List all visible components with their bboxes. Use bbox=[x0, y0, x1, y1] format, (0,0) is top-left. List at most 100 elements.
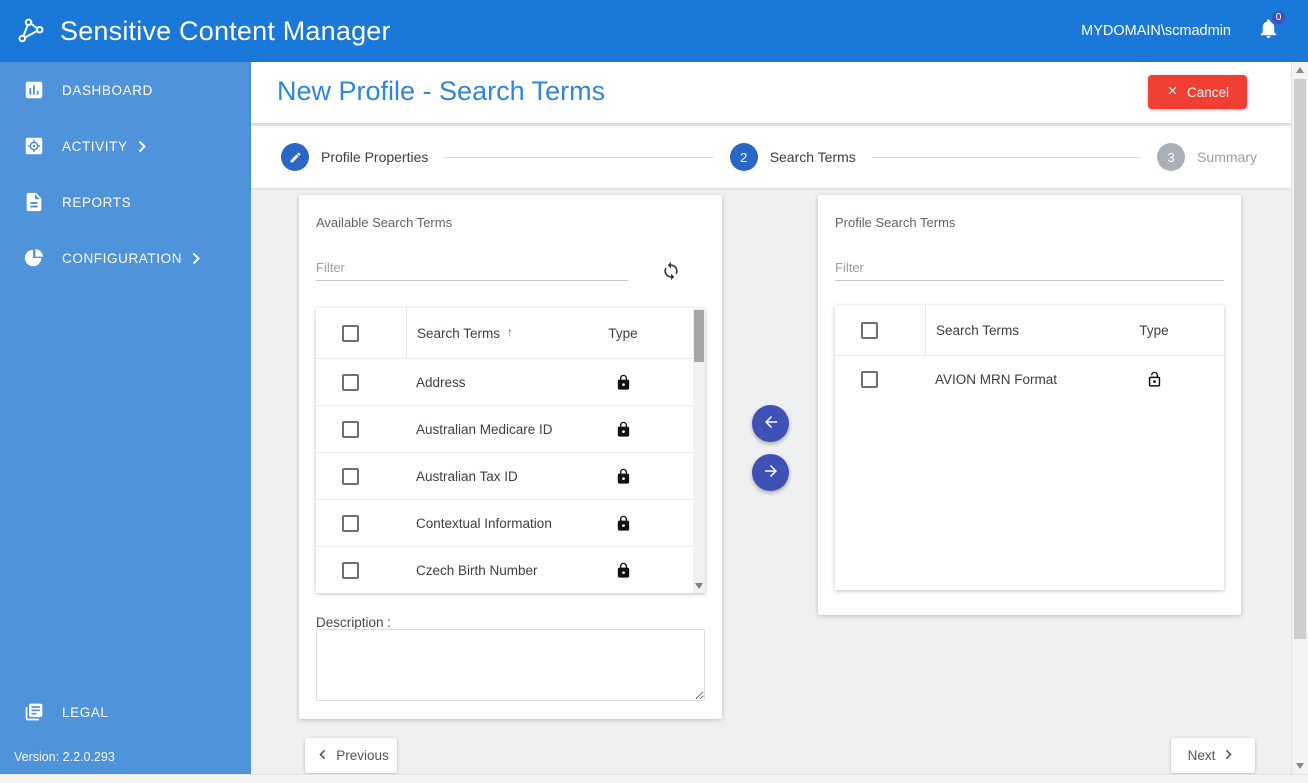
search-term-name: Czech Birth Number bbox=[416, 562, 538, 578]
arrow-left-icon bbox=[762, 413, 780, 434]
previous-button[interactable]: Previous bbox=[305, 738, 397, 773]
row-checkbox[interactable] bbox=[342, 420, 359, 438]
sidebar-item-dashboard[interactable]: DASHBOARD bbox=[0, 62, 251, 118]
chevron-right-icon bbox=[1219, 745, 1238, 767]
horizontal-scrollbar[interactable] bbox=[0, 774, 1308, 783]
lock-closed-icon bbox=[553, 467, 693, 486]
wizard-stepper: Profile Properties 2 Search Terms 3 Summ… bbox=[251, 126, 1291, 188]
table-row: Czech Birth Number bbox=[316, 546, 693, 593]
search-terms-column-header[interactable]: Search Terms bbox=[925, 305, 1084, 355]
sidebar-item-configuration[interactable]: CONFIGURATION bbox=[0, 230, 251, 286]
table-row: Australian Tax ID bbox=[316, 452, 693, 499]
row-checkbox[interactable] bbox=[861, 370, 878, 388]
row-checkbox[interactable] bbox=[342, 467, 359, 485]
profile-search-terms-table: Search Terms Type AVION MRN Format bbox=[835, 305, 1224, 590]
step-profile-properties[interactable]: Profile Properties bbox=[281, 143, 428, 171]
sidebar-item-reports[interactable]: REPORTS bbox=[0, 174, 251, 230]
refresh-button[interactable] bbox=[661, 261, 681, 281]
row-checkbox[interactable] bbox=[342, 561, 359, 579]
version-text: Version: 2.2.0.293 bbox=[14, 750, 115, 764]
lock-closed-icon bbox=[553, 373, 693, 392]
table-row: Australian Medicare ID bbox=[316, 405, 693, 452]
step-summary[interactable]: 3 Summary bbox=[1157, 143, 1257, 171]
sidebar-item-label: REPORTS bbox=[62, 194, 132, 210]
table-row: Address bbox=[316, 358, 693, 405]
available-search-terms-table: Search Terms ↑ Type Address Australian Me… bbox=[316, 308, 705, 593]
scroll-down-arrow[interactable] bbox=[695, 583, 703, 589]
sidebar-item-activity[interactable]: ACTIVITY bbox=[0, 118, 251, 174]
reports-icon bbox=[22, 191, 46, 213]
move-right-button[interactable] bbox=[752, 454, 789, 491]
lock-closed-icon bbox=[553, 561, 693, 580]
select-all-checkbox[interactable] bbox=[861, 321, 878, 339]
logged-in-user: MYDOMAIN\scmadmin bbox=[1081, 23, 1231, 39]
scrollbar-thumb[interactable] bbox=[1294, 79, 1306, 639]
previous-button-label: Previous bbox=[336, 748, 389, 763]
step-connector bbox=[444, 156, 714, 158]
app-title: Sensitive Content Manager bbox=[60, 15, 391, 46]
table-row: Contextual Information bbox=[316, 499, 693, 546]
activity-icon bbox=[22, 135, 46, 157]
available-search-terms-panel: Available Search Terms Search Terms ↑ Ty… bbox=[299, 195, 722, 719]
search-terms-column-header[interactable]: Search Terms ↑ bbox=[406, 308, 553, 358]
next-button[interactable]: Next bbox=[1171, 738, 1255, 773]
sidebar-item-label: CONFIGURATION bbox=[62, 250, 183, 266]
step-label: Search Terms bbox=[769, 149, 856, 165]
search-term-name: Address bbox=[416, 374, 466, 390]
dashboard-icon bbox=[22, 79, 46, 101]
page-title: New Profile - Search Terms bbox=[277, 76, 606, 106]
profile-search-terms-panel: Profile Search Terms Search Terms Type A… bbox=[818, 195, 1241, 615]
panel-title: Available Search Terms bbox=[316, 215, 453, 230]
step-number: 3 bbox=[1157, 143, 1186, 171]
column-header-label: Search Terms bbox=[417, 325, 501, 341]
lock-closed-icon bbox=[553, 514, 693, 533]
legal-icon bbox=[22, 702, 46, 722]
sidebar-item-legal[interactable]: LEGAL bbox=[0, 690, 251, 734]
configuration-icon bbox=[22, 247, 46, 269]
edit-icon bbox=[281, 143, 309, 171]
profile-filter-input[interactable] bbox=[835, 255, 1224, 281]
next-button-label: Next bbox=[1187, 748, 1216, 763]
chevron-left-icon bbox=[313, 745, 332, 767]
scroll-down-arrow[interactable] bbox=[1296, 763, 1304, 769]
search-term-name: Australian Tax ID bbox=[416, 468, 518, 484]
close-icon bbox=[1166, 84, 1179, 100]
description-textarea[interactable] bbox=[316, 629, 705, 701]
type-column-header: Type bbox=[1139, 322, 1169, 338]
step-label: Profile Properties bbox=[321, 149, 429, 165]
lock-open-icon bbox=[1084, 370, 1224, 389]
transfer-controls bbox=[752, 405, 789, 491]
app-logo-icon bbox=[16, 16, 46, 46]
step-label: Summary bbox=[1197, 149, 1257, 165]
search-term-name: AVION MRN Format bbox=[935, 371, 1058, 387]
notification-count-badge: 0 bbox=[1270, 9, 1287, 26]
sidebar: DASHBOARD ACTIVITY REPORTS CONFIGURATION… bbox=[0, 62, 251, 774]
vertical-scrollbar[interactable] bbox=[1291, 62, 1308, 774]
table-header-row: Search Terms ↑ Type bbox=[316, 308, 693, 358]
app-header: Sensitive Content Manager MYDOMAIN\scmad… bbox=[0, 0, 1308, 62]
step-connector bbox=[871, 156, 1142, 158]
notifications-button[interactable]: 0 bbox=[1257, 9, 1287, 46]
main-content: New Profile - Search Terms Cancel Profil… bbox=[251, 62, 1291, 774]
description-label: Description : bbox=[316, 615, 392, 630]
move-left-button[interactable] bbox=[752, 405, 789, 442]
step-search-terms[interactable]: 2 Search Terms bbox=[729, 143, 856, 171]
search-term-name: Australian Medicare ID bbox=[416, 421, 553, 437]
lock-closed-icon bbox=[553, 420, 693, 439]
scroll-up-arrow[interactable] bbox=[1296, 67, 1304, 73]
chevron-right-icon bbox=[192, 252, 201, 265]
table-header-row: Search Terms Type bbox=[835, 305, 1224, 355]
panel-title: Profile Search Terms bbox=[835, 215, 956, 230]
row-checkbox[interactable] bbox=[342, 373, 359, 391]
scrollbar-thumb[interactable] bbox=[694, 310, 704, 362]
type-column-header: Type bbox=[608, 325, 638, 341]
select-all-checkbox[interactable] bbox=[342, 324, 359, 342]
cancel-button[interactable]: Cancel bbox=[1148, 75, 1247, 109]
sort-ascending-icon: ↑ bbox=[507, 325, 514, 339]
chevron-right-icon bbox=[138, 140, 147, 153]
page-titlebar: New Profile - Search Terms Cancel bbox=[251, 62, 1291, 123]
sidebar-item-label: ACTIVITY bbox=[62, 138, 128, 154]
available-filter-input[interactable] bbox=[316, 255, 628, 281]
row-checkbox[interactable] bbox=[342, 514, 359, 532]
table-scrollbar[interactable] bbox=[693, 308, 705, 593]
